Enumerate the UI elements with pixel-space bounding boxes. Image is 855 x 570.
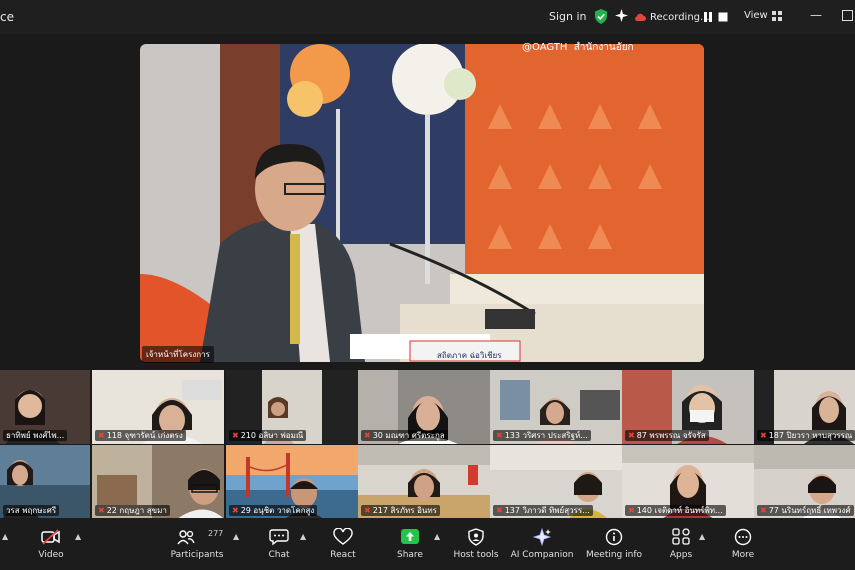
meeting-info-button[interactable]: Meeting info — [586, 518, 642, 570]
view-button[interactable]: View — [744, 10, 782, 21]
view-label: View — [744, 10, 768, 21]
muted-mic-icon: ✖ — [232, 431, 239, 440]
cloud-recording-icon — [635, 13, 646, 21]
apps-options-caret[interactable]: ▲ — [699, 532, 705, 541]
participant-name: ✖ 87 พรพรรณ จรัจรัส — [625, 430, 709, 441]
participant-name: วรส พฤกษะศรี — [3, 505, 60, 516]
participant-tile[interactable]: ✖ 87 พรพรรณ จรัจรัส — [622, 370, 754, 444]
participant-tile[interactable]: วรส พฤกษะศรี — [0, 445, 90, 519]
muted-mic-icon: ✖ — [496, 506, 503, 515]
chat-button[interactable]: Chat — [266, 518, 292, 570]
chat-icon — [269, 529, 289, 546]
participants-button[interactable]: Participants — [170, 518, 224, 570]
muted-mic-icon: ✖ — [232, 506, 239, 515]
social-handle-text: @OAGTH สำนักงานอัยก — [522, 42, 634, 53]
info-icon — [605, 528, 623, 546]
participant-tile[interactable]: ✖ 30 มณฑา ศรีตระกูล — [358, 370, 490, 444]
video-options-caret[interactable]: ▲ — [75, 532, 81, 541]
muted-mic-icon: ✖ — [628, 506, 635, 515]
participants-count: 277 — [208, 529, 224, 538]
participant-name: ธาทิพย์ พงศ์ไพ... — [3, 430, 68, 441]
participant-tile[interactable]: ✖ 77 นรินทร์ฤทธิ์ เทพวงศ์ — [754, 445, 855, 519]
shield-check-icon[interactable] — [594, 9, 608, 24]
participant-tile[interactable]: ✖ 210 อลิษา พ่อมณี — [226, 370, 358, 444]
participant-name: ✖ 137 วิภาวดี ทิพย์สุวรร... — [493, 505, 593, 516]
share-options-caret[interactable]: ▲ — [434, 532, 440, 541]
more-button[interactable]: More — [730, 518, 756, 570]
participant-name: ✖ 77 นรินทร์ฤทธิ์ เทพวงศ์ — [757, 505, 854, 516]
participant-name: ✖ 140 เจติดาห์ อินทร์พิท... — [625, 505, 726, 516]
participant-name: ✖ 217 สิรภัทร อินทร — [361, 505, 440, 516]
muted-mic-icon: ✖ — [98, 431, 105, 440]
participant-tile[interactable]: ✖ 140 เจติดาห์ อินทร์พิท... — [622, 445, 754, 519]
participant-tile[interactable]: ✖ 29 อนุชิต วาดโคกสูง — [226, 445, 358, 519]
participant-name: ✖ 30 มณฑา ศรีตระกูล — [361, 430, 448, 441]
participant-tile[interactable]: ✖ 118 จุฑารัตน์ เก่งตรง — [92, 370, 224, 444]
video-button[interactable]: Video — [36, 518, 66, 570]
participant-name: ✖ 22 กฤษฎา สุขมา — [95, 505, 170, 516]
apps-button[interactable]: Apps — [668, 518, 694, 570]
participant-tile[interactable]: ✖ 133 วริศรา ประสริฐห์... — [490, 370, 622, 444]
react-button[interactable]: React — [328, 518, 358, 570]
host-shield-icon — [468, 528, 484, 546]
muted-mic-icon: ✖ — [98, 506, 105, 515]
meeting-toolbar: ▲ Video ▲ Participants 277 ▲ Chat ▲ Reac… — [0, 518, 855, 570]
participant-name: ✖ 187 ปิยวรา หาบสุวรรณ — [757, 430, 855, 441]
participant-name: ✖ 210 อลิษา พ่อมณี — [229, 430, 307, 441]
ai-companion-icon — [532, 528, 552, 546]
muted-mic-icon: ✖ — [364, 431, 371, 440]
title-bar: ce Sign in Recording... View — — [0, 0, 855, 34]
participant-tile[interactable]: ✖ 137 วิภาวดี ทิพย์สุวรร... — [490, 445, 622, 519]
speaker-video-frame — [140, 44, 704, 362]
participant-tile[interactable]: ✖ 187 ปิยวรา หาบสุวรรณ — [754, 370, 855, 444]
muted-mic-icon: ✖ — [760, 506, 767, 515]
share-button[interactable]: Share — [396, 518, 424, 570]
ai-companion-button[interactable]: AI Companion — [510, 518, 574, 570]
minimize-window-button[interactable]: — — [810, 8, 822, 22]
muted-mic-icon: ✖ — [628, 431, 635, 440]
more-dots-icon — [734, 528, 752, 546]
pause-recording-button[interactable] — [702, 11, 714, 23]
speaker-name-label: เจ้าหน้าที่โครงการ — [142, 346, 214, 363]
nameplate-text: สถิตภาค ฉ่อวิเชียร — [437, 351, 502, 360]
participant-tile[interactable]: ✖ 22 กฤษฎา สุขมา — [92, 445, 224, 519]
recording-label: Recording... — [650, 11, 710, 23]
heart-icon — [333, 528, 353, 545]
participants-icon — [177, 530, 195, 545]
muted-mic-icon: ✖ — [364, 506, 371, 515]
host-tools-button[interactable]: Host tools — [452, 518, 500, 570]
share-screen-icon — [401, 529, 419, 544]
ai-sparkle-icon[interactable] — [615, 9, 628, 22]
recording-indicator[interactable]: Recording... — [634, 9, 710, 25]
maximize-window-button[interactable] — [842, 10, 853, 21]
grid-view-icon — [771, 10, 782, 21]
participant-tile[interactable]: ✖ 217 สิรภัทร อินทร — [358, 445, 490, 519]
video-off-icon — [41, 529, 60, 545]
audio-options-caret[interactable]: ▲ — [2, 532, 8, 541]
chat-options-caret[interactable]: ▲ — [300, 532, 306, 541]
muted-mic-icon: ✖ — [496, 431, 503, 440]
participant-tile[interactable]: ธาทิพย์ พงศ์ไพ... — [0, 370, 90, 444]
participants-options-caret[interactable]: ▲ — [233, 532, 239, 541]
sign-in-button[interactable]: Sign in — [549, 10, 587, 23]
muted-mic-icon: ✖ — [760, 431, 767, 440]
participant-name: ✖ 133 วริศรา ประสริฐห์... — [493, 430, 591, 441]
active-speaker-video[interactable] — [140, 44, 704, 362]
app-title: ce — [0, 10, 14, 24]
participant-name: ✖ 29 อนุชิต วาดโคกสูง — [229, 505, 318, 516]
stop-recording-button[interactable] — [717, 11, 729, 23]
participant-name: ✖ 118 จุฑารัตน์ เก่งตรง — [95, 430, 186, 441]
apps-icon — [672, 528, 690, 545]
